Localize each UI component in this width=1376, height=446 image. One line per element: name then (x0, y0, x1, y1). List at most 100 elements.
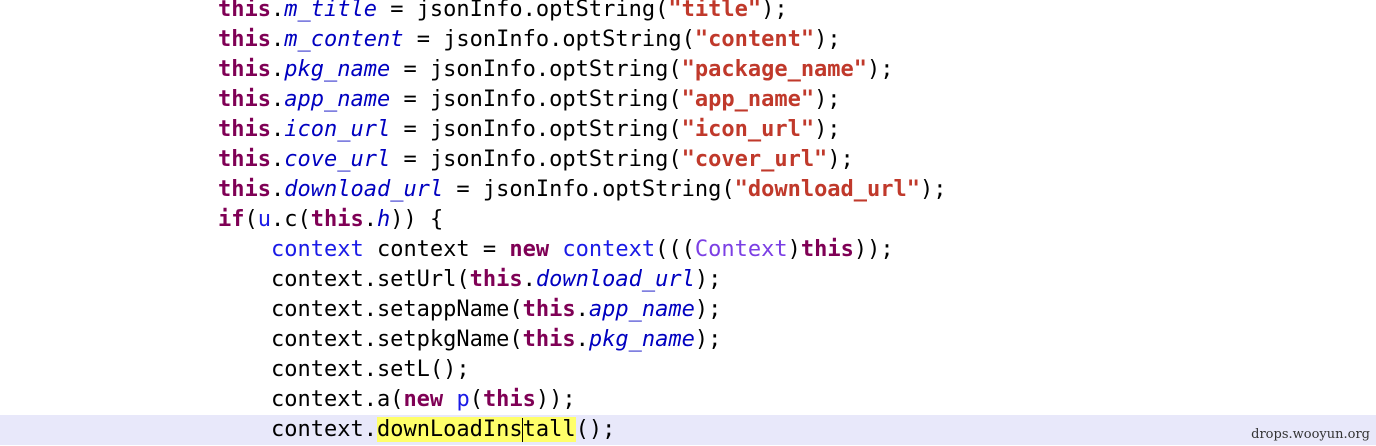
code-token-plain: ); (694, 327, 722, 352)
code-token-field: cove_url (284, 147, 391, 172)
code-token-field: pkg_name (588, 327, 695, 352)
code-token-kw: this (469, 267, 523, 292)
code-token-plain: ); (920, 177, 947, 202)
code-line-text: context.a(new p(this)); (218, 385, 576, 415)
code-token-field: m_content (284, 27, 404, 52)
code-token-field: m_title (284, 0, 377, 22)
code-token-plain: . (270, 0, 285, 22)
code-token-field: download_url (535, 267, 695, 292)
code-line[interactable]: context.a(new p(this)); (0, 385, 1376, 415)
code-token-plain: ((( (655, 237, 695, 262)
code-token-str: "content" (694, 27, 815, 52)
code-line[interactable]: context.setpkgName(this.pkg_name); (0, 325, 1376, 355)
code-token-type: p (456, 387, 470, 412)
code-line[interactable]: if(u.c(this.h)) { (0, 205, 1376, 235)
code-token-plain: context.setUrl( (218, 267, 470, 292)
code-token-kw: this (800, 237, 854, 262)
code-line[interactable]: this.m_content = jsonInfo.optString("con… (0, 25, 1376, 55)
code-token-plain: ); (694, 267, 722, 292)
code-token-plain: ); (827, 147, 854, 172)
code-token-plain: ( (244, 207, 258, 232)
code-token-plain: . (270, 87, 285, 112)
code-token-kw: if (218, 207, 245, 232)
code-token-str: "app_name" (681, 87, 815, 112)
code-token-plain: = jsonInfo.optString( (376, 0, 669, 22)
watermark: drops.wooyun.org (1251, 427, 1370, 442)
code-token-plain: = jsonInfo.optString( (390, 147, 682, 172)
code-token-str: "icon_url" (681, 117, 815, 142)
code-token-plain: = jsonInfo.optString( (390, 117, 682, 142)
code-token-plain: . (270, 27, 285, 52)
code-token-plain: = jsonInfo.optString( (390, 87, 682, 112)
code-token-plain: ); (761, 0, 788, 22)
code-token-plain: = jsonInfo.optString( (390, 57, 682, 82)
code-token-cast: Context (694, 237, 788, 262)
code-token-field: download_url (284, 177, 444, 202)
code-token-type: u (257, 207, 271, 232)
code-token-kw: this (218, 147, 271, 172)
code-token-str: "title" (668, 0, 762, 22)
code-token-kw: this (218, 57, 271, 82)
code-token-plain: context.setappName( (218, 297, 523, 322)
code-token-plain: . (575, 327, 589, 352)
code-line-text: context context = new context(((Context)… (218, 235, 894, 265)
code-line[interactable]: context.setL(); (0, 355, 1376, 385)
code-token-kw: this (218, 177, 271, 202)
code-token-str: "cover_url" (681, 147, 828, 172)
code-token-plain: ); (814, 87, 841, 112)
code-editor[interactable]: this.m_title = jsonInfo.optString("title… (0, 0, 1376, 446)
code-token-field: pkg_name (284, 57, 391, 82)
code-token-plain: context. (218, 417, 377, 442)
code-line[interactable]: context.downLoadInstall(); (0, 415, 1376, 445)
code-line[interactable]: this.app_name = jsonInfo.optString("app_… (0, 85, 1376, 115)
code-line[interactable]: context.setappName(this.app_name); (0, 295, 1376, 325)
code-line[interactable]: this.pkg_name = jsonInfo.optString("pack… (0, 55, 1376, 85)
code-line-text: this.icon_url = jsonInfo.optString("icon… (218, 115, 841, 145)
code-line[interactable]: this.download_url = jsonInfo.optString("… (0, 175, 1376, 205)
code-line[interactable]: context context = new context(((Context)… (0, 235, 1376, 265)
code-token-kw: this (522, 297, 576, 322)
code-line-text: this.m_content = jsonInfo.optString("con… (218, 25, 841, 55)
code-line[interactable]: this.cove_url = jsonInfo.optString("cove… (0, 145, 1376, 175)
code-token-kw: this (218, 87, 271, 112)
code-token-field: h (376, 207, 391, 232)
code-token-str: "package_name" (681, 57, 868, 82)
code-line-text: this.app_name = jsonInfo.optString("app_… (218, 85, 841, 115)
code-line-text: context.downLoadInstall(); (218, 415, 615, 445)
code-token-plain: (); (575, 417, 616, 442)
code-token-plain: ); (694, 297, 722, 322)
code-token-plain: . (270, 57, 285, 82)
code-token-plain: context.setL(); (218, 357, 470, 382)
code-line-text: this.download_url = jsonInfo.optString("… (218, 175, 947, 205)
code-line[interactable]: this.icon_url = jsonInfo.optString("icon… (0, 115, 1376, 145)
code-token-plain: context = (363, 237, 510, 262)
code-token-plain: )); (853, 237, 894, 262)
code-line-text: if(u.c(this.h)) { (218, 205, 443, 235)
code-token-kw: this (218, 0, 271, 22)
code-line[interactable]: context.setUrl(this.download_url); (0, 265, 1376, 295)
code-token-str: "download_url" (734, 177, 921, 202)
code-token-plain: )) { (390, 207, 444, 232)
code-token-kw: this (310, 207, 364, 232)
code-token-plain: .c( (271, 207, 311, 232)
code-line-text: this.m_title = jsonInfo.optString("title… (218, 0, 788, 25)
code-token-plain: context.a( (218, 387, 404, 412)
code-token-plain: ); (814, 27, 841, 52)
code-token-kw: this (522, 327, 576, 352)
code-line-text: context.setUrl(this.download_url); (218, 265, 721, 295)
code-line[interactable]: this.m_title = jsonInfo.optString("title… (0, 0, 1376, 25)
code-token-plain: . (270, 147, 285, 172)
code-token-field: icon_url (284, 117, 391, 142)
code-line-text: this.pkg_name = jsonInfo.optString("pack… (218, 55, 894, 85)
code-token-kw: this (218, 117, 271, 142)
code-token-plain: )); (535, 387, 576, 412)
code-token-kw: this (218, 27, 271, 52)
code-token-plain: = jsonInfo.optString( (403, 27, 695, 52)
code-token-plain: . (363, 207, 377, 232)
code-token-kw: this (482, 387, 536, 412)
code-line-text: context.setpkgName(this.pkg_name); (218, 325, 721, 355)
code-token-plain: ( (469, 387, 483, 412)
